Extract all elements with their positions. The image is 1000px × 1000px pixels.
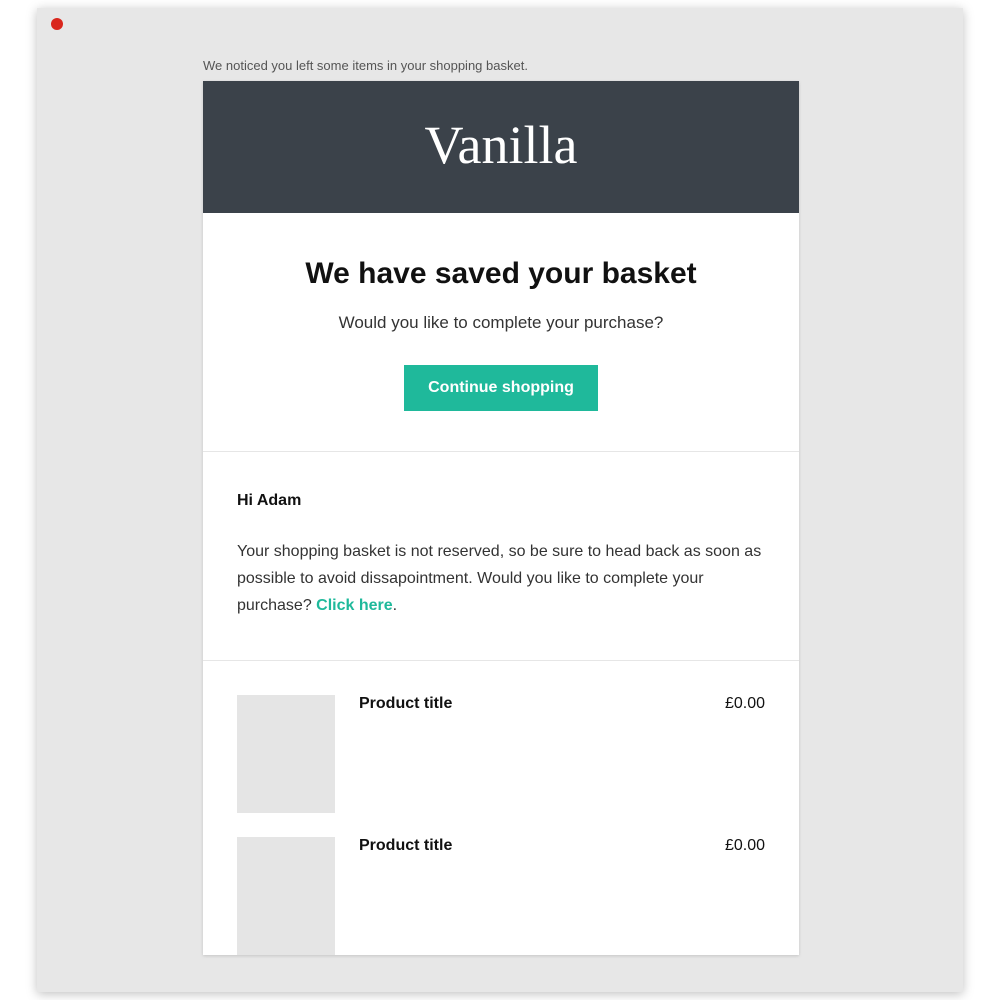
product-price: £0.00 <box>725 837 765 855</box>
message-section: Hi Adam Your shopping basket is not rese… <box>203 452 799 661</box>
message-body: Your shopping basket is not reserved, so… <box>237 538 765 620</box>
products-section: Product title £0.00 Product title £0.00 <box>203 661 799 955</box>
product-title: Product title <box>359 695 452 713</box>
greeting-text: Hi Adam <box>237 492 765 510</box>
brand-logo: Vanilla <box>425 118 578 172</box>
email-header: Vanilla <box>203 81 799 213</box>
product-info: Product title £0.00 <box>335 695 765 813</box>
click-here-link[interactable]: Click here <box>316 597 392 614</box>
continue-shopping-button[interactable]: Continue shopping <box>404 365 598 411</box>
preview-window: We noticed you left some items in your s… <box>37 8 963 992</box>
product-price: £0.00 <box>725 695 765 713</box>
hero-title: We have saved your basket <box>233 257 769 291</box>
product-image-placeholder <box>237 695 335 813</box>
hero-section: We have saved your basket Would you like… <box>203 213 799 452</box>
product-image-placeholder <box>237 837 335 955</box>
hero-subtitle: Would you like to complete your purchase… <box>233 313 769 333</box>
close-icon[interactable] <box>51 18 63 30</box>
product-row: Product title £0.00 <box>237 837 765 955</box>
product-row: Product title £0.00 <box>237 695 765 813</box>
product-info: Product title £0.00 <box>335 837 765 955</box>
email-container: Vanilla We have saved your basket Would … <box>203 81 799 955</box>
preheader-text: We noticed you left some items in your s… <box>203 40 963 81</box>
message-body-after: . <box>393 597 397 614</box>
product-title: Product title <box>359 837 452 855</box>
window-titlebar <box>37 8 963 40</box>
